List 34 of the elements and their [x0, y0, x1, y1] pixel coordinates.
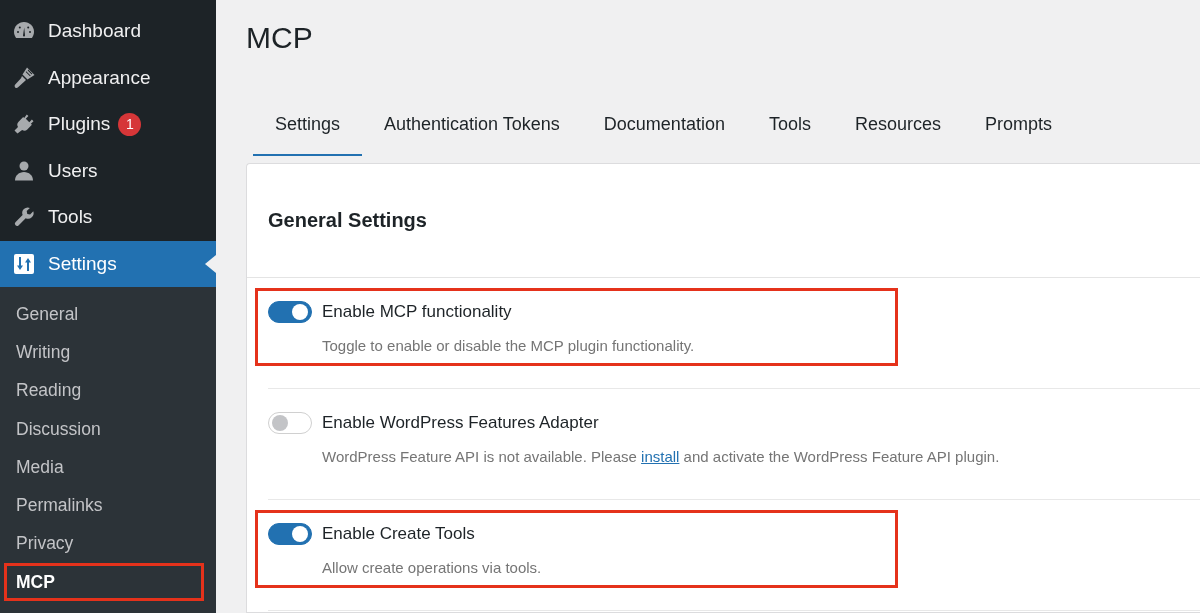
section-heading: General Settings	[268, 208, 427, 233]
setting-label: Enable WordPress Features Adapter	[322, 413, 599, 433]
setting-description: WordPress Feature API is not available. Please install and activate the WordPress Feature API plugin.	[322, 448, 1000, 466]
setting-label: Enable MCP functionality	[322, 302, 512, 322]
submenu-item[interactable]: General	[4, 295, 204, 334]
tab[interactable]: Tools	[746, 100, 833, 156]
submenu-item[interactable]: MCP	[4, 563, 204, 602]
submenu-item[interactable]: Reading	[4, 371, 204, 410]
tab[interactable]: Prompts	[963, 100, 1075, 156]
submenu-item[interactable]: Discussion	[4, 409, 204, 449]
menu-item[interactable]: Users	[0, 147, 216, 194]
submenu-item[interactable]: Permalinks	[4, 486, 204, 525]
menu-item[interactable]: Settings	[0, 240, 216, 287]
sliders-icon	[12, 251, 36, 276]
page-title: MCP	[246, 20, 313, 56]
submenu-item[interactable]: Media	[4, 448, 204, 487]
tab[interactable]: Documentation	[581, 100, 747, 156]
setting-label: Enable Create Tools	[322, 524, 475, 544]
toggle-switch[interactable]	[268, 301, 312, 323]
menu-item[interactable]: Tools	[0, 194, 216, 241]
submenu-item[interactable]: Privacy	[4, 524, 204, 564]
setting-description: Toggle to enable or disable the MCP plugin functionality.	[322, 337, 695, 355]
submenu-item[interactable]: Writing	[4, 333, 204, 372]
menu-item[interactable]: Appearance	[0, 54, 216, 101]
menu-item[interactable]: Plugins 1	[0, 101, 216, 148]
paintbrush-icon	[12, 65, 36, 90]
inline-link[interactable]: install	[641, 448, 680, 465]
tab[interactable]: Resources	[832, 100, 963, 156]
tab[interactable]: Settings	[253, 100, 363, 156]
toggle-switch[interactable]	[268, 523, 312, 545]
update-count-badge: 1	[118, 112, 142, 136]
menu-item[interactable]: Dashboard	[0, 8, 216, 55]
tab[interactable]: Authentication Tokens	[362, 100, 582, 156]
setting-description: Allow create operations via tools.	[322, 559, 542, 577]
